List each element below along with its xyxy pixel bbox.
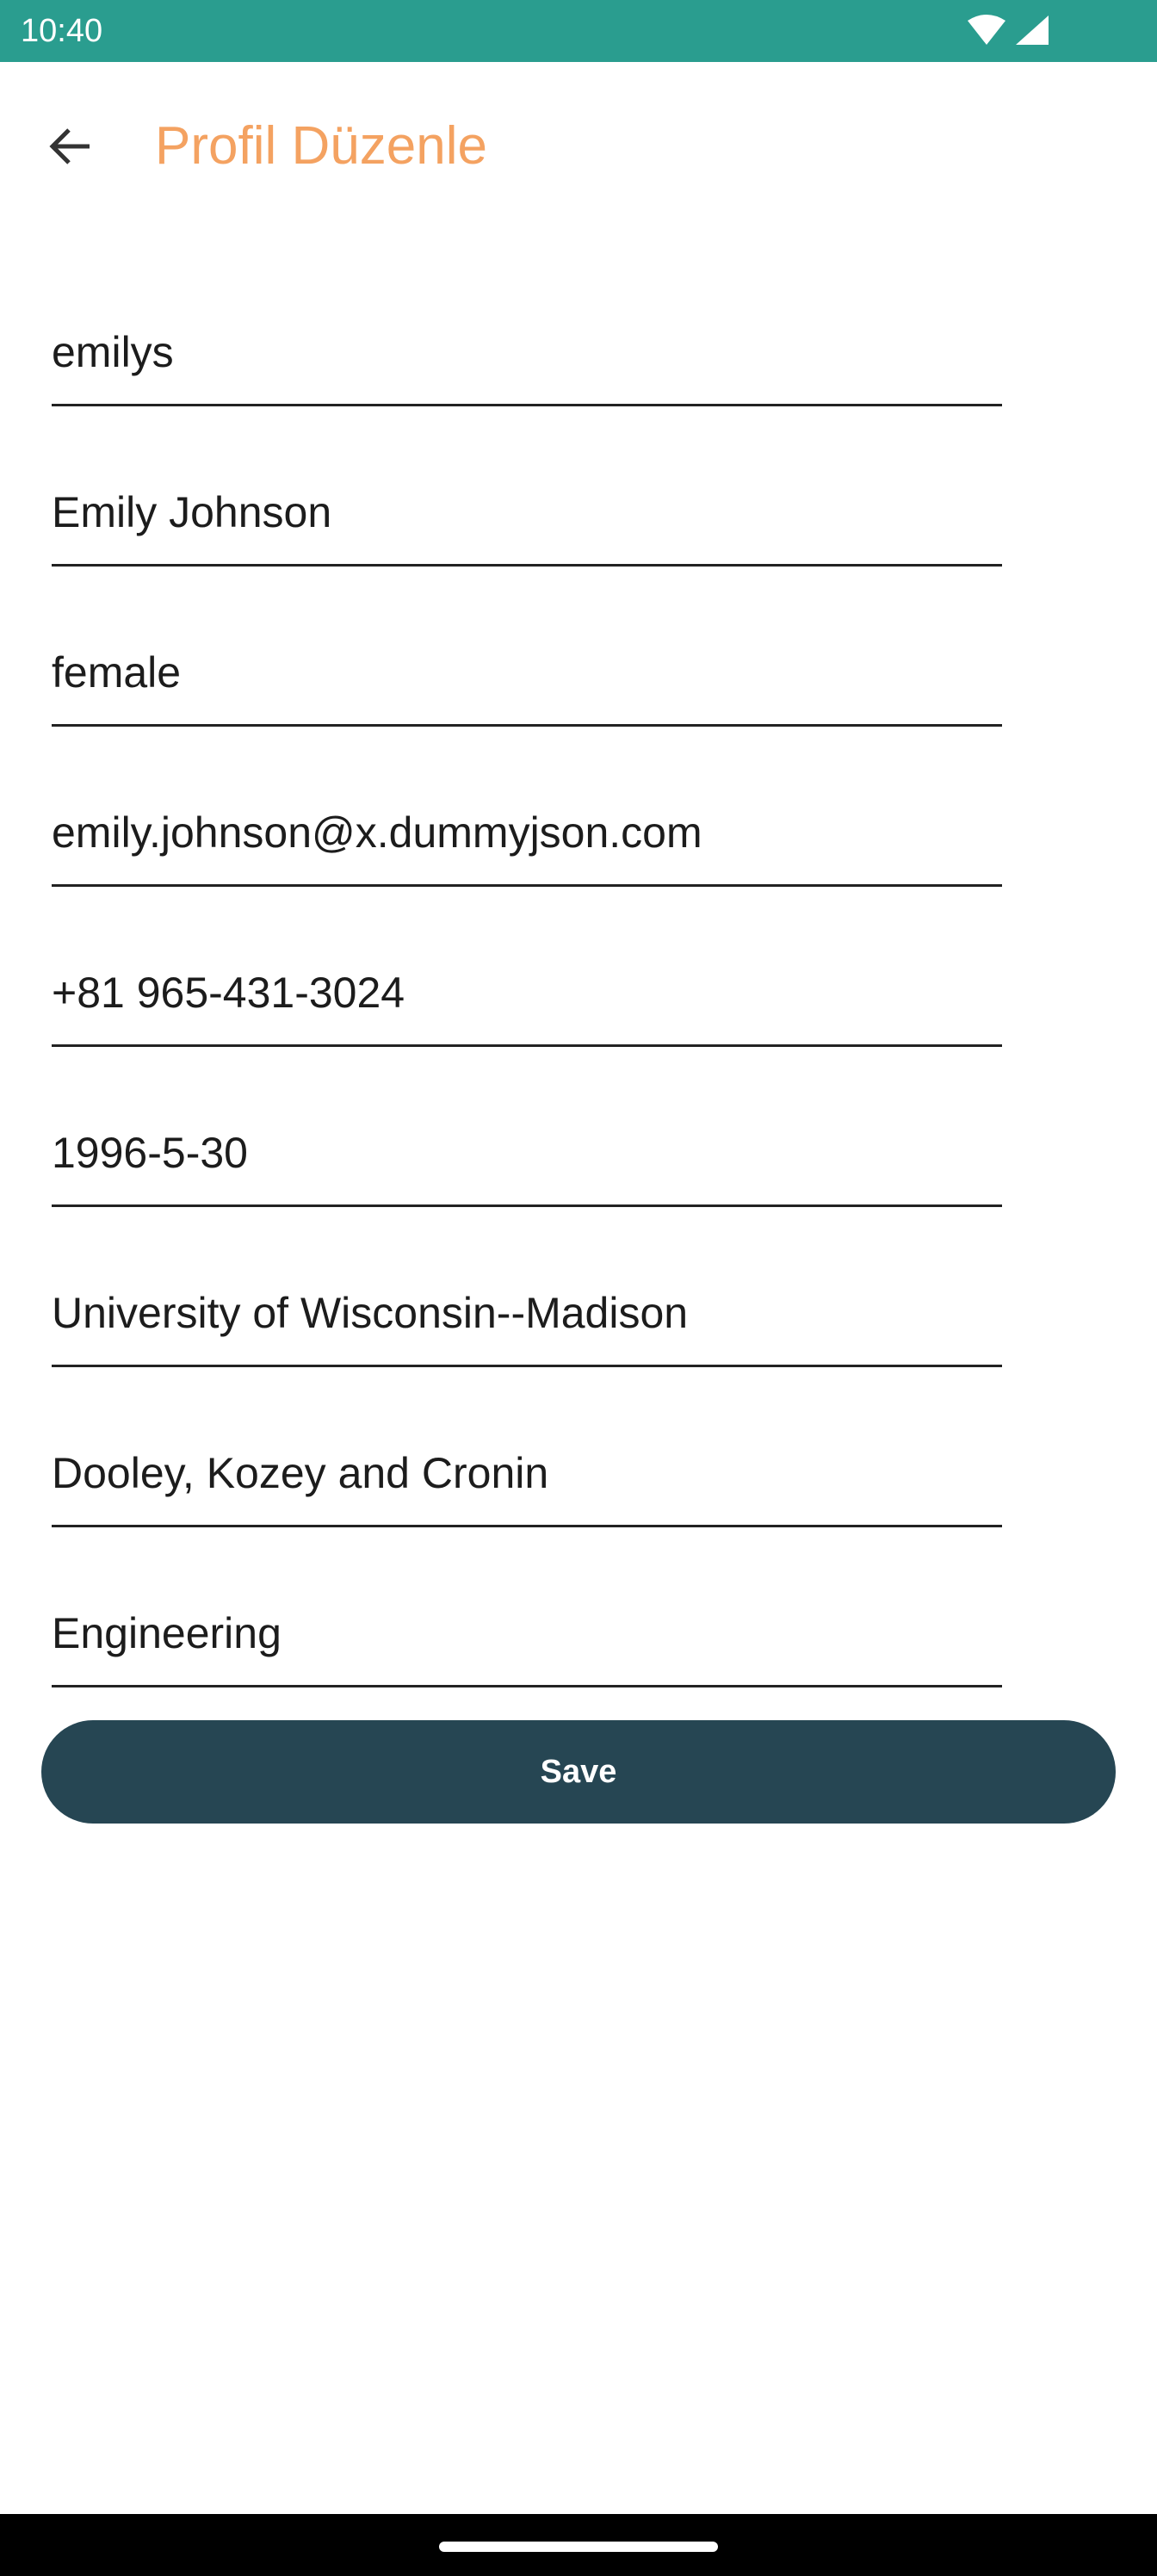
page-title: Profil Düzenle [155, 116, 487, 176]
status-bar: 10:40 [0, 0, 1157, 62]
university-field[interactable] [52, 1287, 1002, 1339]
navigation-bar [0, 2514, 1157, 2576]
gender-field[interactable] [52, 647, 1002, 698]
company-field-container [52, 1441, 1002, 1527]
home-gesture-handle[interactable] [439, 2542, 718, 2552]
birth-date-field-container [52, 1121, 1002, 1207]
status-time: 10:40 [21, 13, 103, 49]
birth-date-field[interactable] [52, 1127, 1002, 1179]
phone-field[interactable] [52, 967, 1002, 1019]
department-field[interactable] [52, 1607, 1002, 1659]
full-name-field-container [52, 480, 1002, 567]
app-bar: Profil Düzenle [0, 62, 1157, 231]
status-icons [964, 14, 1067, 48]
wifi-icon [968, 15, 1005, 45]
full-name-field[interactable] [52, 486, 1002, 538]
company-field[interactable] [52, 1447, 1002, 1499]
phone-field-container [52, 961, 1002, 1047]
gender-field-container [52, 641, 1002, 727]
back-button[interactable] [36, 112, 105, 181]
signal-icon [1016, 15, 1049, 45]
university-field-container [52, 1281, 1002, 1367]
username-field[interactable] [52, 326, 1002, 378]
save-button[interactable]: Save [41, 1720, 1116, 1824]
email-field-container [52, 801, 1002, 887]
username-field-container [52, 320, 1002, 406]
arrow-left-icon [49, 128, 90, 164]
department-field-container [52, 1601, 1002, 1687]
email-field[interactable] [52, 807, 1002, 858]
